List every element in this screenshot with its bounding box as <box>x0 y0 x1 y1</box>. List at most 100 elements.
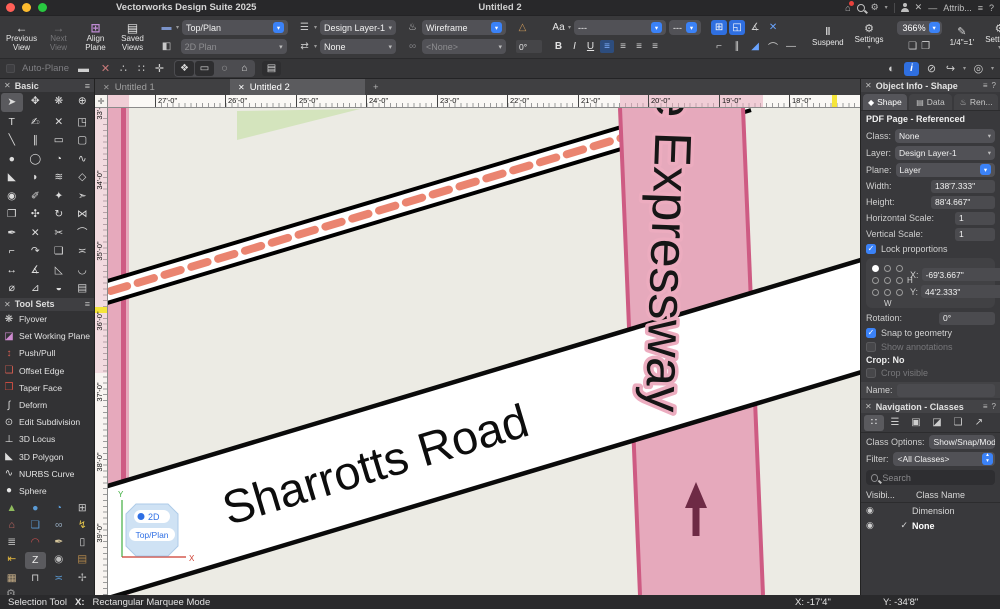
tab-untitled-1[interactable]: ✕ Untitled 1 <box>95 79 230 95</box>
align-right-icon[interactable]: ≡ <box>632 40 646 53</box>
gear-chevron-icon[interactable]: ▾ <box>885 4 888 11</box>
chevron-down-icon[interactable]: ▾ <box>176 24 179 31</box>
interactive-scaling-icon[interactable]: ❖ <box>175 61 194 76</box>
underline-button[interactable]: U <box>584 41 597 52</box>
zoom-level-dropdown[interactable]: 366%▾ <box>897 21 942 35</box>
class-row-none[interactable]: ◉ ✓ None <box>861 518 1000 533</box>
height-field[interactable] <box>931 196 995 209</box>
wall-selection-icon[interactable]: ▤ <box>262 61 281 76</box>
menu-icon[interactable]: ≡ <box>85 299 90 309</box>
tangent-snap-icon[interactable]: ⌒ <box>765 39 781 54</box>
attributes-menu-icon[interactable]: ≡ <box>978 3 983 13</box>
close-tab-icon[interactable]: ✕ <box>238 83 245 92</box>
nav-tab-references[interactable]: ↗ <box>969 415 989 431</box>
lock-proportions-checkbox[interactable]: ✓ <box>866 244 876 254</box>
chevron-down-icon[interactable]: ▾ <box>963 65 966 72</box>
reshape-tool[interactable]: ✣ <box>24 205 48 224</box>
toolset-nurbs-curve[interactable]: ∿NURBS Curve <box>0 465 94 482</box>
align-left-icon[interactable]: ≡ <box>600 40 614 53</box>
double-line-tool[interactable]: ∥ <box>24 131 48 150</box>
crop-visible-checkbox[interactable] <box>866 368 876 378</box>
site-planning-icon[interactable]: ▲ <box>0 500 24 517</box>
view-mode-dropdown[interactable]: Top/Plan▾ <box>182 20 288 35</box>
toolset-3d-locus[interactable]: ⊥3D Locus <box>0 431 94 448</box>
mirror-tool[interactable]: ⋈ <box>71 205 95 224</box>
toolset-set-working-plane[interactable]: ◪Set Working Plane <box>0 328 94 345</box>
auto-plane-checkbox[interactable] <box>6 64 15 73</box>
rect-marquee-icon[interactable]: ▭ <box>195 61 214 76</box>
3d-modeling-icon[interactable]: ● <box>24 500 48 517</box>
toolset-edit-subdivision[interactable]: ⊙Edit Subdivision <box>0 414 94 431</box>
dimension-tool[interactable]: ↔ <box>0 261 24 280</box>
toolset-flyover[interactable]: ❋Flyover <box>0 311 94 328</box>
horizontal-scale-field[interactable] <box>955 212 995 225</box>
machine-design-icon[interactable]: ⊓ <box>24 570 48 587</box>
object-info-toggle-icon[interactable]: i <box>904 62 919 76</box>
trim-tool[interactable]: ✂ <box>47 224 71 243</box>
anchor-point-grid[interactable] <box>870 263 906 299</box>
fit-objects-icon[interactable]: ❐ <box>921 41 930 52</box>
render-style-icon[interactable]: ∞ <box>406 41 419 52</box>
angle-snap-icon[interactable]: ∡ <box>747 20 763 35</box>
expressway-label[interactable]: e Expressway <box>634 108 703 413</box>
globe-icon[interactable]: ◎ <box>972 62 985 75</box>
tab-render[interactable]: ♨Ren... <box>954 94 998 110</box>
y-coordinate-field[interactable] <box>921 285 1000 298</box>
tool-sets-palette-header[interactable]: ✕ Tool Sets ≡ <box>0 298 94 311</box>
tab-shape[interactable]: ◆Shape <box>863 94 907 110</box>
nav-tab-viewports[interactable]: ▣ <box>906 415 926 431</box>
layers-icon[interactable]: ☰ <box>298 22 311 33</box>
connect-tool[interactable]: ≍ <box>71 242 95 261</box>
text-style-icon[interactable]: Aa <box>552 22 565 33</box>
grid-snap-icon[interactable]: ⊞ <box>711 20 727 35</box>
visibility-eye-icon[interactable]: ◉ <box>866 505 878 516</box>
pan-tool[interactable]: ✥ <box>24 92 48 111</box>
palette-close-icon[interactable]: ✕ <box>915 2 923 13</box>
menu-icon[interactable]: ≡ <box>85 81 90 91</box>
vertical-scale-field[interactable] <box>955 228 995 241</box>
line-tool[interactable]: ╲ <box>0 131 24 150</box>
no-snap-icon[interactable]: ✕ <box>98 62 113 75</box>
suspend-button[interactable]: ‖ Suspend <box>809 18 847 56</box>
toolset-push-pull[interactable]: ↕Push/Pull <box>0 345 94 362</box>
cloud-notification-icon[interactable]: ⌂ <box>845 3 850 13</box>
center-mark-tool[interactable]: ⊿ <box>24 279 48 298</box>
freehand-tool[interactable]: ∿ <box>71 150 95 169</box>
clip-tool[interactable]: ❐ <box>0 205 24 224</box>
saved-views-button[interactable]: ▤ Saved Views <box>115 18 150 56</box>
layer-options-dropdown[interactable]: None▾ <box>320 39 396 54</box>
furniture-icon[interactable]: ▤ <box>71 551 95 568</box>
render-mode-dropdown[interactable]: Wireframe▾ <box>422 20 506 35</box>
zoom-tool[interactable]: ⊕ <box>71 92 95 111</box>
chevron-down-icon[interactable]: ▾ <box>568 24 571 31</box>
chevron-down-icon[interactable]: ▾ <box>314 24 317 31</box>
navigation-header[interactable]: ✕ Navigation - Classes ≡ ? <box>861 400 1000 413</box>
snap-settings-button[interactable]: ⚙ Settings ▾ <box>852 18 887 56</box>
smart-point-icon[interactable]: ✕ <box>765 20 781 35</box>
next-view-button[interactable]: → Next View <box>41 18 76 56</box>
polygon-marquee-icon[interactable]: ⌂ <box>235 61 254 76</box>
object-info-header[interactable]: ✕ Object Info - Shape ≡ ? <box>861 79 1000 92</box>
nav-tab-design-layers[interactable]: ☰ <box>885 415 905 431</box>
quick-settings-button[interactable]: ⚙ Settings ▾ <box>982 18 1000 56</box>
x-coordinate-field[interactable] <box>922 268 1000 281</box>
visibility-column-header[interactable]: Visibi... <box>866 490 894 500</box>
toolset-deform[interactable]: ∫Deform <box>0 396 94 413</box>
polygon-tool[interactable]: ◣ <box>0 168 24 187</box>
help-icon[interactable]: ? <box>989 3 994 13</box>
select-similar-tool[interactable]: ➣ <box>71 187 95 206</box>
object-snap-icon[interactable]: ◱ <box>729 20 745 35</box>
search-input[interactable] <box>882 473 990 483</box>
plan-mode-icon[interactable]: ◧ <box>160 41 173 52</box>
text-tool[interactable]: T <box>0 113 24 132</box>
drawing-canvas[interactable]: Sharrotts Road e Expressway Y X <box>108 108 860 595</box>
show-annotations-checkbox[interactable] <box>866 342 876 352</box>
user-icon[interactable] <box>901 3 909 12</box>
previous-tool-icon[interactable]: ↪ <box>944 62 957 75</box>
callout-tool[interactable]: ✍ <box>24 113 48 132</box>
camera-icon[interactable]: ◉ <box>47 551 71 568</box>
nav-tab-saved-views[interactable]: ◪ <box>927 415 947 431</box>
rounded-rectangle-tool[interactable]: ▢ <box>71 131 95 150</box>
attribute-brush-tool[interactable]: ✐ <box>24 187 48 206</box>
minimize-window-button[interactable] <box>22 3 31 12</box>
